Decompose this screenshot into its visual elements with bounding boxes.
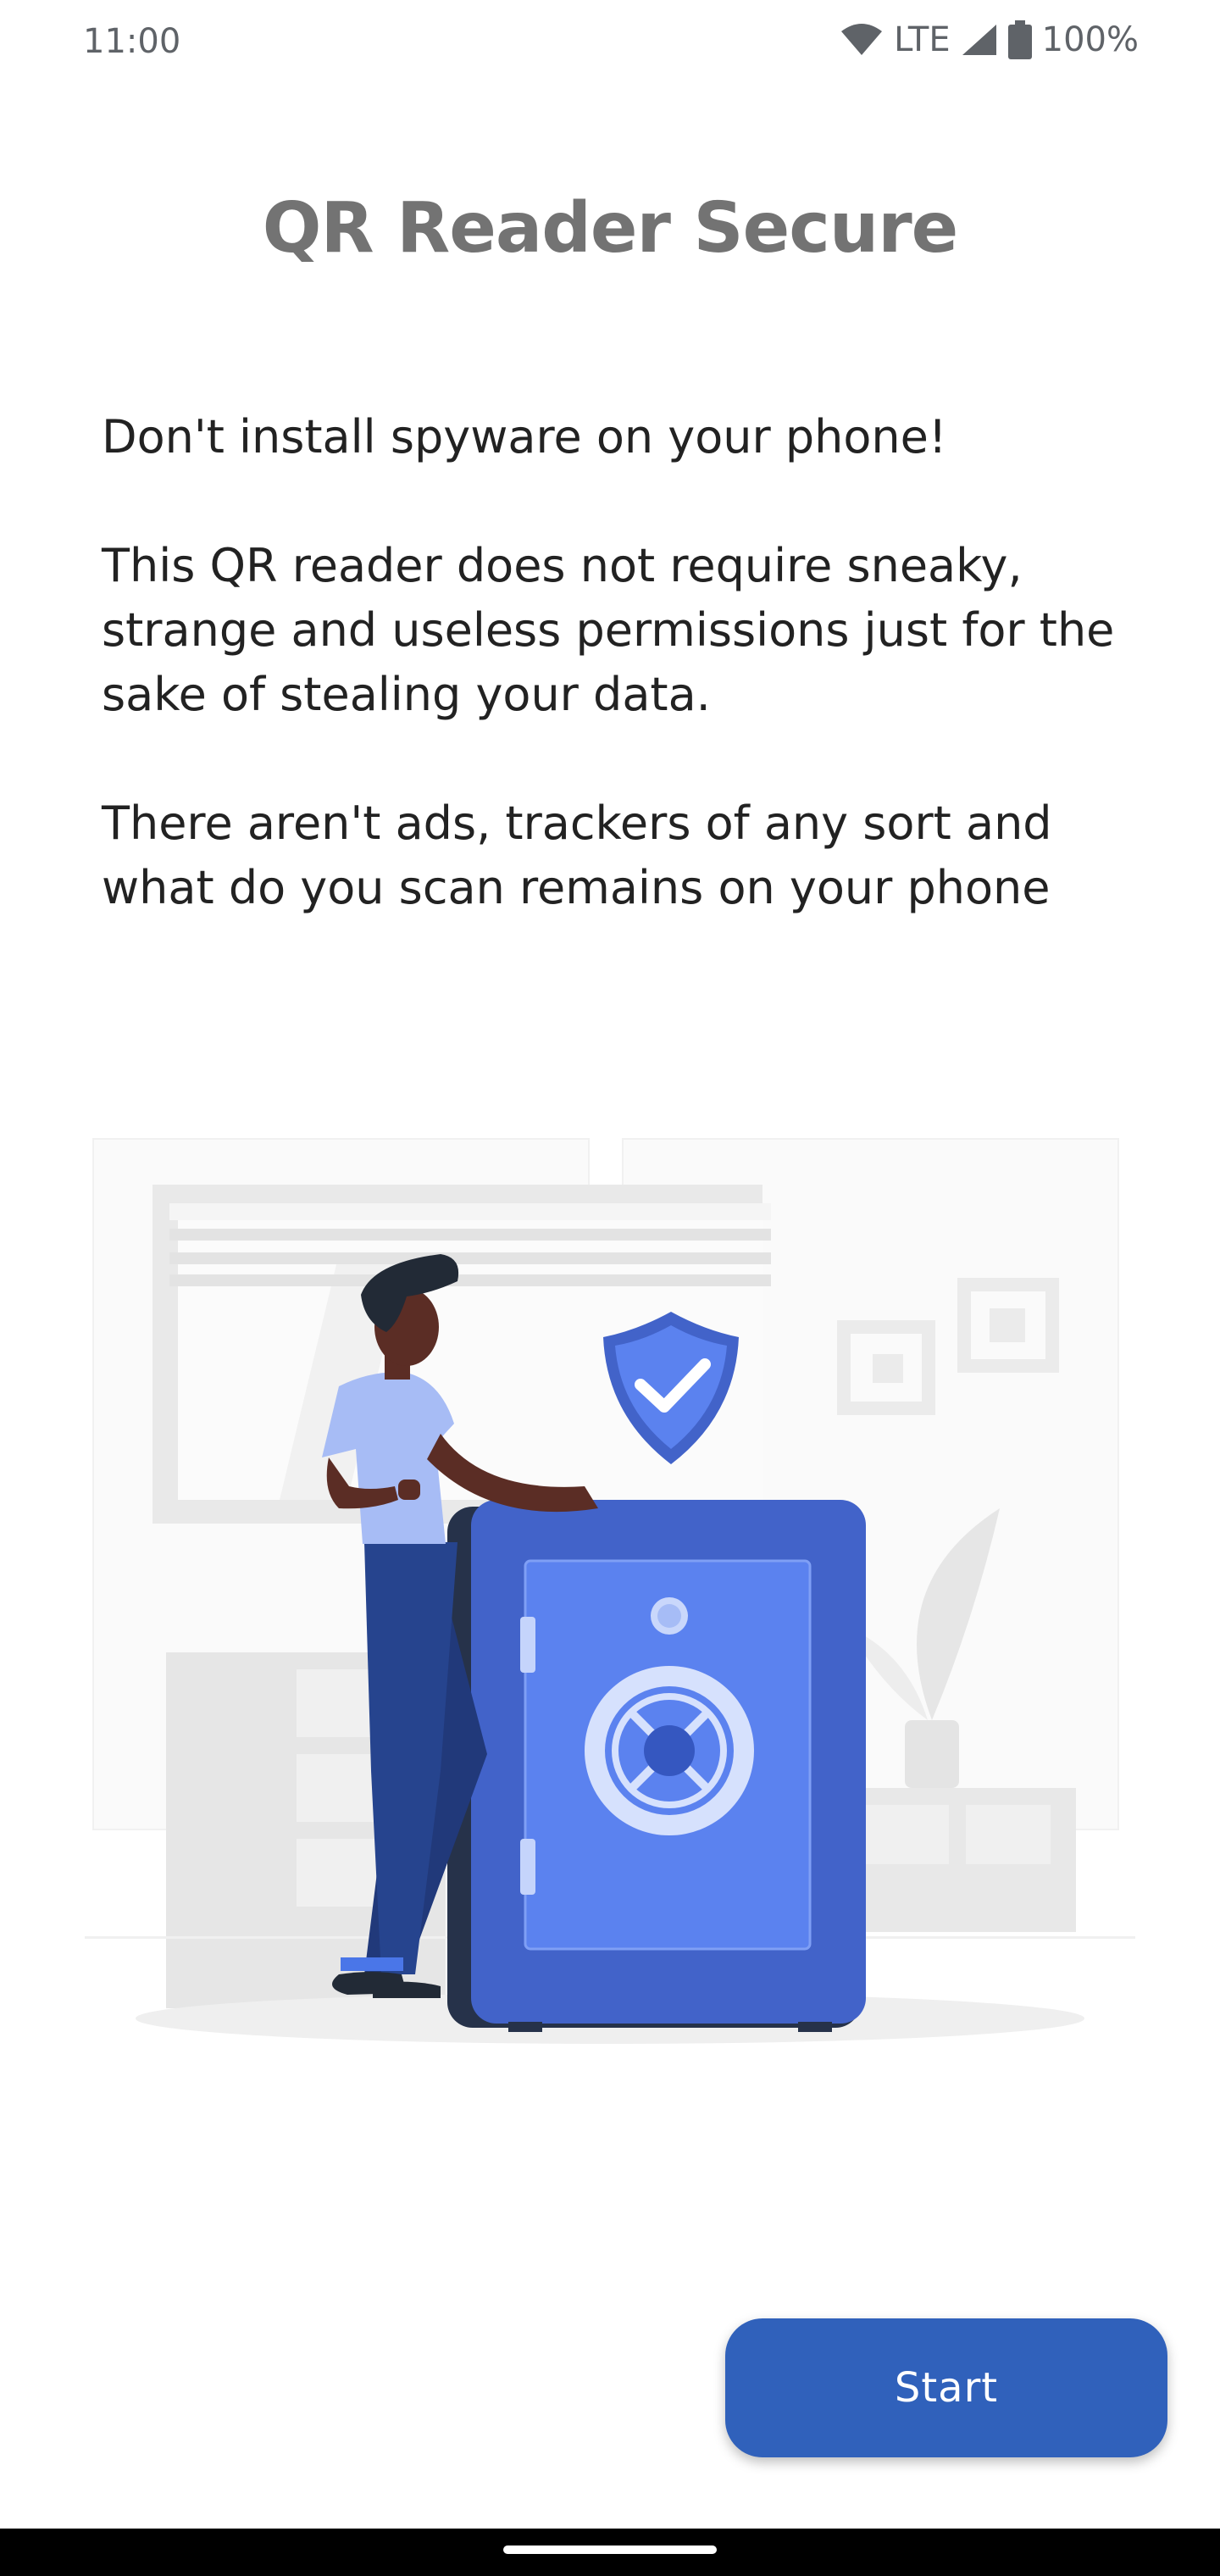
status-icons: LTE 100% <box>840 20 1139 59</box>
home-gesture-handle[interactable] <box>503 2545 717 2554</box>
intro-paragraph-3: There aren't ads, trackers of any sort a… <box>102 797 1052 914</box>
status-bar: 11:00 LTE 100% <box>0 0 1220 85</box>
status-time: 11:00 <box>83 22 181 61</box>
cell-signal-icon <box>961 23 998 57</box>
intro-paragraph-1: Don't install spyware on your phone! <box>102 410 947 464</box>
wifi-icon <box>840 23 884 57</box>
battery-icon <box>1007 20 1032 59</box>
intro-paragraph-2: This QR reader does not require sneaky, … <box>102 539 1115 721</box>
battery-percent: 100% <box>1041 20 1139 59</box>
security-illustration <box>85 1127 1135 2068</box>
network-type: LTE <box>894 20 951 59</box>
start-button[interactable]: Start <box>725 2318 1167 2457</box>
page-title: QR Reader Secure <box>262 188 959 269</box>
navigation-bar <box>0 2529 1220 2576</box>
